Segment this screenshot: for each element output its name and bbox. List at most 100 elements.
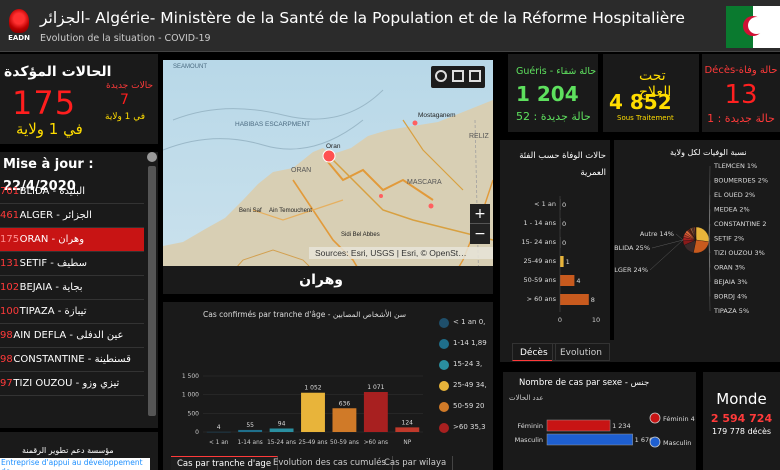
pie-label: SETIF 2% [714,235,744,243]
tab-evolution[interactable]: Evolution [552,343,610,361]
wilaya-row[interactable]: 100 TIPAZA - تيبازة [0,300,144,324]
y-category-label: 25-49 ans [524,257,557,265]
sex-legend-label: Masculin [663,439,691,447]
y-tick-label: 1 000 [182,392,199,399]
y-category-label: Féminin [517,422,543,430]
wilaya-row[interactable]: 461 ALGER - الجزائر [0,204,144,228]
legend-dot-icon [439,423,449,433]
wilaya-row[interactable]: 175 ORAN - وهران [0,228,144,252]
age-legend-item[interactable]: >60 35,3 [439,421,495,437]
age-bar[interactable] [395,427,420,432]
age-legend-item[interactable]: 25-49 34, [439,379,495,395]
page-title: الجزائر- Algérie- Ministère de la Santé … [40,9,685,27]
age-bar[interactable] [238,429,263,432]
bar-value-label: 0 [562,201,566,209]
x-tick-label: 15-24 ans [267,440,296,446]
confirmed-value: 175 [12,84,77,122]
sex-bar[interactable] [546,433,633,446]
confirmed-title: الحالات المؤكدة [4,64,112,80]
treatment-value: 4 852 [609,90,672,114]
map-view[interactable]: SEAMOUNT HABIBAS ESCARPMENT ORAN Oran Mo… [163,60,493,294]
sex-bar-chart: Féminin 1 234Masculin 1 676Féminin 4Mascul… [515,412,695,448]
confirmed-new-wilaya: في 1 ولاية [105,112,146,122]
wilaya-row[interactable]: 97 TIZI OUZOU - تيزي وزو [0,372,144,396]
map-zoom-controls: + − [470,204,490,244]
wilaya-row[interactable]: 98 AIN DEFLA - عين الدفلى [0,324,144,348]
legend-dot-icon [439,381,449,391]
age-legend-label: 50-59 20 [453,402,485,410]
age-legend-item[interactable]: < 1 an 0, [439,316,495,332]
legend-dot-icon [439,360,449,370]
mascara-marker[interactable] [428,203,434,209]
tab-cas-par-wilaya[interactable]: Cas par wilaya [378,456,454,470]
wilaya-row[interactable]: 701 BLIDA - البليدة [0,180,144,204]
wilaya-row[interactable]: 98 CONSTANTINE - قسنطينة [0,348,144,372]
legend-dot-icon[interactable] [649,436,661,448]
death-age-bar[interactable] [560,275,575,286]
recovered-value: 1 204 [516,82,579,106]
y-category-label: 15- 24 ans [521,238,556,246]
wilaya-count: 102 [0,282,20,293]
age-bar[interactable] [269,428,294,432]
legend-dot-icon[interactable] [649,412,661,424]
pie-slice[interactable] [695,226,710,242]
tab-evolution-cumules[interactable]: Evolution des cas cumulés [267,456,393,470]
map-label-oran-region: ORAN [291,167,311,174]
map-search-icon[interactable] [435,70,447,82]
death-pie-title: نسبة الوفيات لكل ولاية [670,148,747,157]
header-bar: EADN الجزائر- Algérie- Ministère de la S… [0,0,780,52]
zoom-out-button[interactable]: − [470,224,490,244]
age-bar[interactable] [301,392,325,432]
age-legend-item[interactable]: 15-24 3, [439,358,495,374]
wilaya-row[interactable]: 102 BEJAIA - بجاية [0,276,144,300]
y-category-label: < 1 an [534,200,556,208]
list-scrollbar[interactable] [146,152,158,428]
pie-label: ALGER 24% [614,266,648,274]
zoom-in-button[interactable]: + [470,204,490,224]
sex-title: Nombre de cas par sexe - جنس [519,378,650,388]
footer-org-link[interactable]: Entreprise d'appui au développement de [0,458,150,470]
death-pie-panel: نسبة الوفيات لكل ولاية TLEMCEN 1% BOUMERD… [614,140,780,340]
sex-bar[interactable] [546,419,611,432]
wilaya-count: 131 [0,258,20,269]
legend-dot-icon [439,402,449,412]
algeria-flag-icon [726,6,780,48]
age-bar[interactable] [332,408,357,432]
scroll-up-icon[interactable] [147,152,157,162]
bar-value-label: 4 [576,277,580,285]
death-age-panel: حالات الوفاة حسب الفئة العمرية < 1 an 0 1 … [500,140,610,340]
tab-deces[interactable]: Décès [512,343,556,361]
deaths-value: 13 [724,80,758,110]
mostaganem-marker[interactable] [412,120,418,126]
oran-marker[interactable] [322,149,336,163]
age-bar[interactable] [363,392,388,432]
tab-cas-par-tranche[interactable]: Cas par tranche d'age [171,456,279,470]
x-tick-label: < 1 an [209,440,229,446]
map-label-seamount: SEAMOUNT [173,64,207,70]
x-tick-label: 50-59 ans [330,440,359,446]
age-legend-item[interactable]: 50-59 20 [439,400,495,416]
map-qr-icon[interactable] [469,70,481,82]
y-tick-label: 500 [188,410,200,417]
map-canvas[interactable]: SEAMOUNT HABIBAS ESCARPMENT ORAN Oran Mo… [163,60,493,294]
map-selected-wilaya: وهران [163,266,493,294]
wilaya-row[interactable]: 131 SETIF - سطيف [0,252,144,276]
sidi-bel-abbes-marker[interactable] [379,194,383,198]
age-legend-item[interactable]: 1-14 1,89 [439,337,495,353]
bar-value-label: 1 [566,258,570,266]
death-tabs: Décès Evolution [500,340,780,362]
map-label-sidi-bel-abbes: Sidi Bel Abbes [341,232,380,238]
legend-dot-icon [439,339,449,349]
death-age-bar[interactable] [560,256,564,267]
map-fullscreen-icon[interactable] [452,70,464,82]
age-bar[interactable] [206,431,231,433]
death-age-bar[interactable] [560,294,589,305]
bar-value-label: 636 [339,400,351,407]
bar-value-label: 1 234 [612,422,631,430]
scroll-thumb[interactable] [148,166,156,416]
wilaya-list-panel: Mise à jour : 22/4/2020 701 BLIDA - البلي… [0,152,158,428]
wilaya-count: 701 [0,186,20,197]
pie-label: Autre 14% [640,230,674,238]
map-attribution[interactable]: Sources: Esri, USGS | Esri, © OpenSt… [315,248,467,258]
sex-subtitle: عدد الحالات [509,394,544,402]
